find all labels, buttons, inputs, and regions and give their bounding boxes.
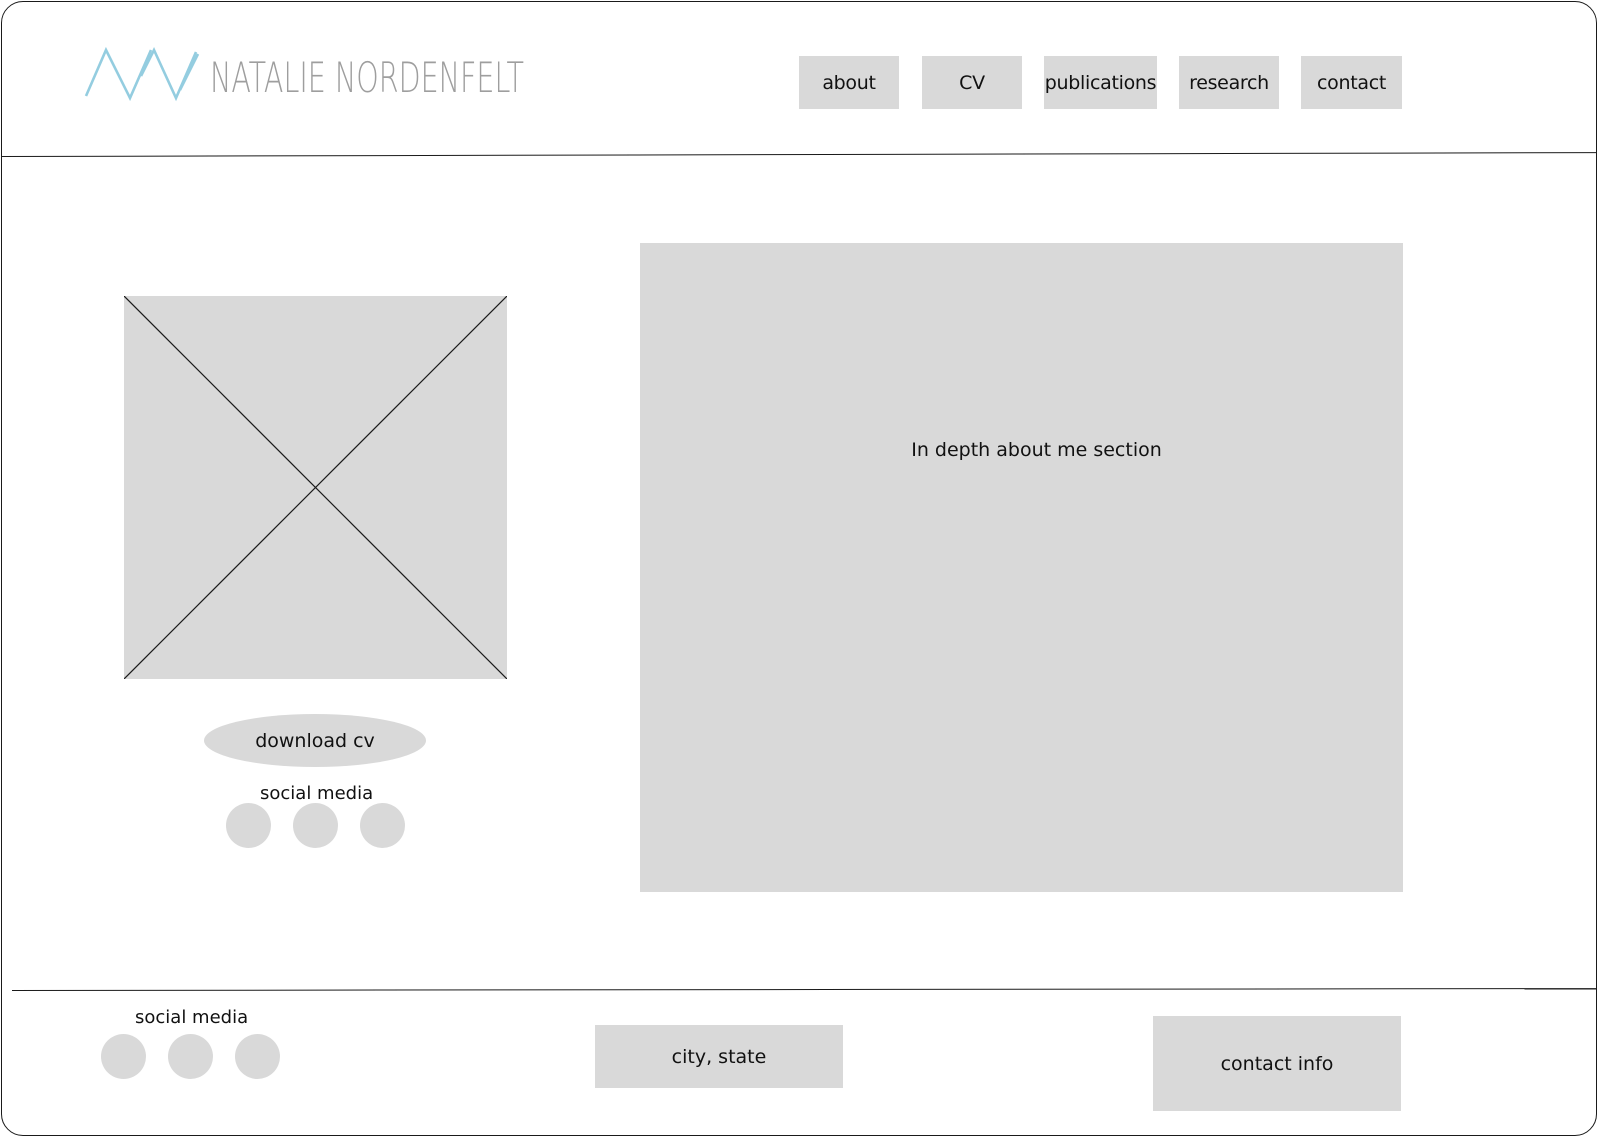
nav-about[interactable]: about — [799, 56, 899, 109]
footer-social-icon-3[interactable] — [235, 1034, 280, 1079]
about-me-section: In depth about me section — [640, 243, 1403, 892]
footer-location: city, state — [595, 1025, 843, 1088]
site-name: NATALIE NORDENFELT — [210, 53, 524, 102]
footer-divider — [11, 988, 1596, 991]
social-icon-1[interactable] — [226, 803, 271, 848]
footer-social-media-label: social media — [135, 1007, 249, 1028]
site-logo[interactable]: NATALIE NORDENFELT — [84, 46, 672, 102]
image-placeholder-icon — [124, 296, 507, 679]
profile-photo-placeholder — [124, 296, 507, 679]
logo-mark-icon — [84, 46, 200, 102]
footer-contact-info[interactable]: contact info — [1153, 1016, 1401, 1111]
download-cv-button[interactable]: download cv — [204, 714, 426, 767]
social-media-label: social media — [260, 783, 374, 804]
about-me-text: In depth about me section — [911, 439, 1162, 461]
nav-contact[interactable]: contact — [1301, 56, 1402, 109]
nav-cv[interactable]: CV — [922, 56, 1022, 109]
nav-research[interactable]: research — [1179, 56, 1279, 109]
footer-social-icon-1[interactable] — [101, 1034, 146, 1079]
nav-publications[interactable]: publications — [1044, 56, 1157, 109]
browser-frame: NATALIE NORDENFELT about CV publications… — [1, 1, 1597, 1136]
footer-social-icon-2[interactable] — [168, 1034, 213, 1079]
social-icon-3[interactable] — [360, 803, 405, 848]
social-icon-2[interactable] — [293, 803, 338, 848]
header-divider — [2, 152, 1596, 157]
